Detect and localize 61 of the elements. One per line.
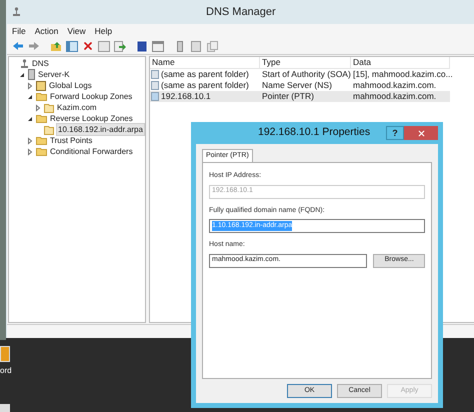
- column-header[interactable]: Type: [260, 57, 351, 68]
- dns-icon: [12, 7, 21, 17]
- document-icon[interactable]: [189, 39, 203, 53]
- tree-item[interactable]: Kazim.com: [56, 102, 98, 113]
- console-tree-icon[interactable]: [65, 39, 79, 53]
- table-cell-text: [15], mahmood.kazim.co...: [352, 68, 450, 81]
- tree-item[interactable]: DNS: [31, 58, 50, 69]
- tree-item[interactable]: Forward Lookup Zones: [49, 91, 134, 102]
- collapse-arrow-icon[interactable]: [18, 70, 26, 78]
- table-cell-text: Pointer (PTR): [261, 90, 315, 103]
- expand-arrow-icon[interactable]: [34, 104, 42, 112]
- table-cell-text: Name Server (NS): [261, 79, 333, 92]
- menu-item[interactable]: Action: [34, 24, 58, 38]
- folder-icon: [36, 92, 47, 101]
- folder-icon: [36, 136, 47, 145]
- forward-arrow-icon[interactable]: [27, 39, 41, 53]
- delete-icon[interactable]: [81, 39, 95, 53]
- tree-item[interactable]: Trust Points: [49, 135, 94, 146]
- tree-item[interactable]: Reverse Lookup Zones: [49, 113, 134, 124]
- column-header[interactable]: Name: [150, 57, 260, 68]
- folder-up-icon[interactable]: [49, 39, 63, 53]
- server-icon: [28, 69, 35, 80]
- close-button[interactable]: [404, 126, 438, 140]
- copy-icon[interactable]: [205, 39, 219, 53]
- tree-item[interactable]: Server-K: [37, 69, 71, 80]
- expand-arrow-icon[interactable]: [26, 82, 34, 90]
- table-cell-text: mahmood.kazim.com.: [352, 79, 438, 92]
- folder-icon: [36, 114, 47, 123]
- help-button[interactable]: ?: [386, 126, 404, 140]
- column-header[interactable]: Data: [351, 57, 450, 68]
- table-cell: (same as parent folder): [161, 68, 249, 81]
- table-cell-text: mahmood.kazim.com.: [352, 90, 438, 103]
- tree-item[interactable]: Conditional Forwarders: [49, 146, 134, 157]
- zone-icon: [44, 124, 54, 134]
- close-icon: [416, 128, 426, 138]
- collapse-arrow-icon[interactable]: [26, 114, 34, 122]
- collapse-arrow-icon[interactable]: [26, 92, 34, 100]
- table-cell: (same as parent folder): [161, 79, 249, 92]
- dialog-title: 192.168.10.1 Properties: [258, 125, 370, 140]
- export-icon[interactable]: [113, 39, 127, 53]
- table-cell-text: Start of Authority (SOA): [261, 68, 351, 81]
- expand-arrow-icon[interactable]: [26, 136, 34, 144]
- tree-item[interactable]: 10.168.192.in-addr.arpa: [56, 123, 145, 136]
- menu-item[interactable]: File: [12, 24, 26, 38]
- dns-icon: [20, 58, 29, 68]
- window-icon[interactable]: [151, 39, 165, 53]
- folder-icon: [36, 147, 47, 156]
- desktop-icon-label[interactable]: ord: [0, 365, 12, 377]
- menu-item[interactable]: View: [67, 24, 86, 38]
- table-row[interactable]: (same as parent folder) Name Server (NS) mahmood.kazim.com.: [150, 80, 450, 91]
- tree-item[interactable]: Global Logs: [48, 80, 93, 91]
- table-row[interactable]: (same as parent folder) Start of Authority (SOA) [15], mahmood.kazim.co...: [150, 69, 450, 80]
- table-cell: 192.168.10.1: [161, 90, 211, 103]
- log-icon: [36, 80, 46, 90]
- zone-icon: [44, 102, 54, 112]
- menu-item[interactable]: Help: [94, 24, 112, 38]
- expand-arrow-icon[interactable]: [26, 148, 34, 156]
- back-arrow-icon[interactable]: [11, 39, 25, 53]
- window-title: DNS Manager: [206, 4, 276, 20]
- properties-icon[interactable]: [97, 39, 111, 53]
- table-row[interactable]: 192.168.10.1 Pointer (PTR) mahmood.kazim.com.: [150, 91, 450, 102]
